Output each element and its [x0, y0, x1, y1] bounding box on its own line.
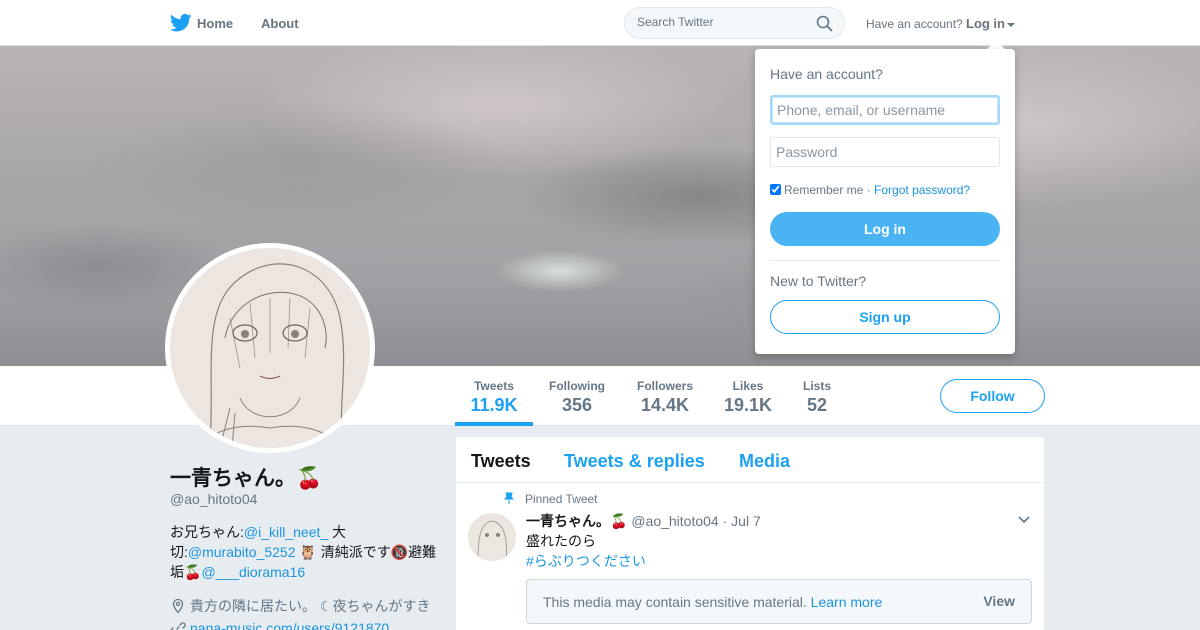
sensitive-media-text: This media may contain sensitive materia… [543, 594, 882, 610]
stat-tweets[interactable]: Tweets 11.9K [455, 379, 533, 416]
tweet-date[interactable]: Jul 7 [731, 513, 761, 529]
profile-name: 一青ちゃん。🍒 [170, 467, 323, 490]
avatar-sketch-image [170, 248, 370, 448]
nav-home-link[interactable]: Home [197, 16, 233, 31]
profile-handle: @ao_hitoto04 [170, 491, 258, 507]
dot-separator: · [866, 183, 871, 197]
sensitive-media-notice: This media may contain sensitive materia… [526, 579, 1032, 624]
stat-followers[interactable]: Followers 14.4K [633, 379, 697, 416]
location-text: 貴方の隣に居たい。 ☾夜ちゃんがすき [190, 598, 431, 614]
active-tab-underline [455, 422, 533, 426]
stat-value: 52 [806, 395, 828, 415]
stat-lists[interactable]: Lists 52 [798, 379, 836, 416]
timeline-panel: Tweets Tweets & replies Media Pinned Twe… [456, 437, 1044, 630]
profile-bio: お兄ちゃん:@i_kill_neet_ 大切:@murabito_5252 🦉 … [170, 522, 440, 582]
password-field[interactable] [770, 137, 1000, 167]
tweet-avatar[interactable] [468, 513, 516, 561]
follow-button[interactable]: Follow [940, 379, 1045, 413]
tweet-author-handle[interactable]: @ao_hitoto04 [631, 513, 718, 529]
remember-me-checkbox[interactable] [770, 184, 781, 195]
divider [770, 260, 1000, 261]
tweet-hashtag-link[interactable]: #らぶりつください [526, 551, 646, 571]
search-icon[interactable] [816, 15, 833, 32]
stat-value: 356 [561, 395, 593, 415]
stat-value: 14.4K [640, 395, 690, 415]
stat-value: 19.1K [723, 395, 773, 415]
search-box[interactable] [624, 7, 845, 39]
tweet-text: 盛れたのら [526, 533, 596, 549]
bio-mention-link[interactable]: @i_kill_neet_ [244, 524, 328, 540]
tweet-avatar-image [468, 513, 516, 561]
stat-label: Following [549, 379, 605, 393]
login-dropdown: Have an account? Remember me · Forgot pa… [755, 49, 1015, 354]
stat-label: Tweets [474, 379, 514, 393]
url-text[interactable]: nana-music.com/users/9121870 [190, 620, 389, 630]
bio-mention-link[interactable]: @___diorama16 [201, 564, 305, 580]
remember-me-label[interactable]: Remember me [784, 183, 863, 197]
learn-more-link[interactable]: Learn more [811, 594, 883, 610]
new-to-twitter-text: New to Twitter? [770, 273, 867, 289]
login-link-label: Log in [966, 16, 1005, 31]
stat-value: 11.9K [470, 395, 518, 415]
pin-icon [503, 492, 515, 504]
login-dropdown-title: Have an account? [770, 66, 883, 82]
tweet-header: 一青ちゃん。🍒 @ao_hitoto04 · Jul 7 [526, 511, 761, 531]
have-account-text: Have an account? [866, 17, 963, 31]
bio-mention-link[interactable]: @murabito_5252 [188, 544, 296, 560]
profile-location: 貴方の隣に居たい。 ☾夜ちゃんがすき [170, 596, 430, 616]
sensitive-message: This media may contain sensitive materia… [543, 594, 807, 610]
tab-tweets[interactable]: Tweets [471, 451, 531, 472]
username-field[interactable] [770, 95, 1000, 125]
signup-button[interactable]: Sign up [770, 300, 1000, 334]
stat-following[interactable]: Following 356 [544, 379, 610, 416]
search-input[interactable] [637, 15, 807, 29]
top-navigation-bar: Home About Have an account? Log in [0, 0, 1200, 46]
dropdown-arrow [987, 40, 1005, 49]
link-icon [170, 622, 186, 630]
stat-label: Lists [802, 379, 831, 393]
chevron-down-icon[interactable] [1017, 515, 1031, 525]
nav-about-link[interactable]: About [261, 16, 299, 31]
caret-down-icon [1007, 22, 1015, 27]
tweet-separator: · [722, 513, 728, 529]
tweet-author-name[interactable]: 一青ちゃん。🍒 [526, 513, 627, 529]
twitter-bird-icon[interactable] [170, 13, 192, 33]
forgot-password-link[interactable]: Forgot password? [874, 183, 970, 197]
stat-label: Followers [636, 379, 693, 393]
login-dropdown-toggle[interactable]: Log in [966, 16, 1015, 31]
view-media-button[interactable]: View [983, 593, 1015, 609]
stat-label: Likes [732, 379, 764, 393]
pinned-tweet-label: Pinned Tweet [525, 492, 598, 506]
tab-media[interactable]: Media [739, 451, 790, 472]
profile-avatar[interactable] [165, 243, 375, 453]
tab-tweets-and-replies[interactable]: Tweets & replies [564, 451, 705, 472]
remember-me-row: Remember me · Forgot password? [770, 183, 970, 197]
location-pin-icon [172, 598, 184, 614]
profile-url[interactable]: nana-music.com/users/9121870 [170, 620, 389, 630]
stat-likes[interactable]: Likes 19.1K [720, 379, 776, 416]
timeline-tabs: Tweets Tweets & replies Media [456, 437, 1044, 483]
bio-text: お兄ちゃん: [170, 524, 244, 540]
login-button[interactable]: Log in [770, 212, 1000, 246]
